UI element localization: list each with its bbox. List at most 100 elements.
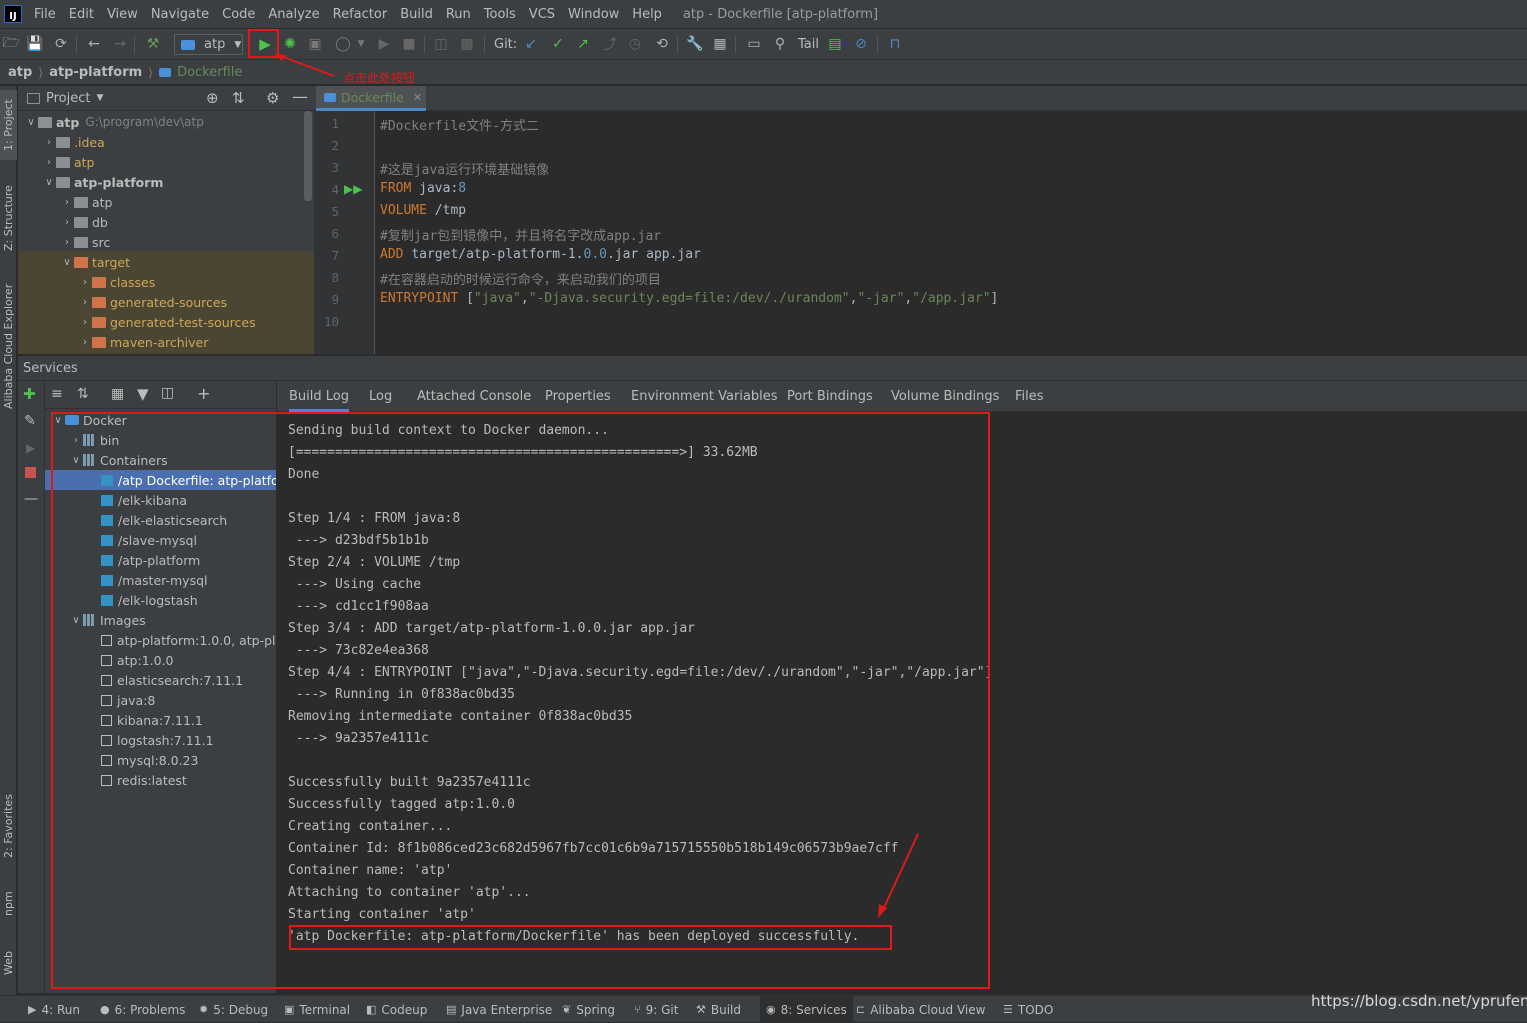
bottom-tab-todo[interactable]: ☰ TODO bbox=[1003, 996, 1053, 1023]
npm-tool-tab[interactable]: npm bbox=[0, 881, 17, 926]
menu-item-window[interactable]: Window bbox=[562, 7, 626, 22]
chevron-right-icon[interactable]: › bbox=[60, 217, 74, 228]
profile-dropdown-icon[interactable]: ▼ bbox=[352, 35, 370, 53]
alibaba-cloud-icon[interactable]: ⊓ bbox=[886, 35, 904, 53]
bottom-tab-build[interactable]: ⚒ Build bbox=[696, 996, 741, 1023]
tab-properties[interactable]: Properties bbox=[545, 381, 611, 412]
menu-item-run[interactable]: Run bbox=[440, 7, 478, 22]
structure-tool-tab[interactable]: Z: Structure bbox=[0, 178, 17, 258]
group-by-icon[interactable]: ▦ bbox=[111, 386, 124, 402]
code-editor[interactable]: #Dockerfile文件-方式二 #这是java运行环境基础镜像 FROM jav… bbox=[375, 111, 1527, 354]
gear-icon[interactable]: ⚙ bbox=[266, 89, 279, 107]
tail-button[interactable]: Tail bbox=[798, 37, 819, 52]
menu-item-vcs[interactable]: VCS bbox=[523, 7, 562, 22]
search-icon[interactable]: ⚲ bbox=[771, 35, 789, 53]
bottom-tab-8-services[interactable]: ◉ 8: Services bbox=[760, 996, 853, 1023]
run-configuration-select[interactable]: atp ▼ bbox=[174, 34, 243, 55]
menu-item-build[interactable]: Build bbox=[394, 7, 440, 22]
breadcrumb-item-dockerfile[interactable]: Dockerfile bbox=[177, 65, 242, 80]
menu-item-file[interactable]: File bbox=[28, 7, 63, 22]
tab-dockerfile[interactable]: Dockerfile ✕ bbox=[316, 86, 426, 111]
breadcrumb-item-atp-platform[interactable]: atp-platform bbox=[49, 65, 142, 80]
tab-files[interactable]: Files bbox=[1015, 381, 1044, 412]
git-commit-check-icon[interactable]: ✓ bbox=[549, 35, 567, 53]
hide-panel-icon[interactable]: — bbox=[292, 87, 308, 106]
expand-all-icon[interactable]: ≡ bbox=[51, 386, 63, 402]
bottom-tab-9-git[interactable]: ⑂ 9: Git bbox=[634, 996, 678, 1023]
chevron-down-icon[interactable]: ∨ bbox=[60, 257, 74, 268]
menu-item-edit[interactable]: Edit bbox=[63, 7, 101, 22]
rollback-icon[interactable]: ⟲ bbox=[653, 35, 671, 53]
chevron-right-icon[interactable]: › bbox=[78, 317, 92, 328]
chevron-right-icon[interactable]: › bbox=[78, 337, 92, 348]
filter-icon[interactable]: ▼ bbox=[137, 385, 149, 403]
stop-icon[interactable] bbox=[25, 467, 36, 478]
web-tool-tab[interactable]: Web bbox=[0, 941, 17, 986]
attach-debugger-icon[interactable]: ◫ bbox=[432, 35, 450, 53]
alibaba-cloud-explorer-tab[interactable]: Alibaba Cloud Explorer bbox=[0, 281, 17, 411]
chevron-down-icon[interactable]: ▼ bbox=[96, 93, 103, 103]
resume-icon[interactable]: ▶ bbox=[375, 35, 393, 53]
tree-node[interactable]: ∨ target bbox=[60, 252, 130, 272]
menu-item-view[interactable]: View bbox=[101, 7, 145, 22]
stop-icon[interactable]: ■ bbox=[400, 35, 418, 53]
chevron-right-icon[interactable]: › bbox=[42, 157, 56, 168]
tab-attached-console[interactable]: Attached Console bbox=[417, 381, 531, 412]
tab-volume-bindings[interactable]: Volume Bindings bbox=[891, 381, 999, 412]
build-hammer-icon[interactable]: ⚒ bbox=[144, 35, 162, 53]
chevron-right-icon[interactable]: › bbox=[78, 297, 92, 308]
debug-bug-icon[interactable]: ✺ bbox=[281, 35, 299, 53]
tree-node[interactable]: › maven-archiver bbox=[78, 332, 208, 352]
add-service-icon[interactable]: + bbox=[197, 384, 210, 403]
menu-item-help[interactable]: Help bbox=[626, 7, 669, 22]
tree-node[interactable]: › .idea bbox=[42, 132, 105, 152]
collapse-icon[interactable]: — bbox=[24, 491, 38, 507]
tree-node[interactable]: › generated-sources bbox=[78, 292, 227, 312]
git-update-icon[interactable]: ↙ bbox=[522, 35, 540, 53]
run-gutter-icon[interactable]: ▶▶ bbox=[344, 182, 362, 196]
bottom-tab-alibaba-cloud-view[interactable]: ⊏ Alibaba Cloud View bbox=[856, 996, 985, 1023]
open-in-window-icon[interactable]: ◫ bbox=[161, 385, 174, 401]
menu-item-refactor[interactable]: Refactor bbox=[327, 7, 395, 22]
sync-icon[interactable]: ⟳ bbox=[52, 35, 70, 53]
presentation-icon[interactable]: ▭ bbox=[745, 35, 763, 53]
chevron-right-icon[interactable]: › bbox=[42, 137, 56, 148]
bottom-tab-5-debug[interactable]: ✹ 5: Debug bbox=[199, 996, 268, 1023]
deploy-icon[interactable]: ✚ bbox=[23, 385, 36, 403]
chevron-right-icon[interactable]: › bbox=[60, 237, 74, 248]
chevron-down-icon[interactable]: ∨ bbox=[42, 177, 56, 188]
git-fetch-icon[interactable]: ⤴ bbox=[601, 35, 619, 53]
tree-node[interactable]: ∨ atp-platform bbox=[42, 172, 163, 192]
menu-item-analyze[interactable]: Analyze bbox=[262, 7, 326, 22]
git-push-icon[interactable]: ↗ bbox=[574, 35, 592, 53]
settings-wrench-icon[interactable]: 🔧 bbox=[686, 35, 704, 53]
bottom-tab-codeup[interactable]: ◧ Codeup bbox=[366, 996, 427, 1023]
monitor-chart-icon[interactable]: ▤ bbox=[826, 35, 844, 53]
chevron-down-icon[interactable]: ∨ bbox=[24, 117, 38, 128]
menu-item-code[interactable]: Code bbox=[216, 7, 262, 22]
collapse-all-icon[interactable]: ⇅ bbox=[232, 89, 245, 107]
open-folder-icon[interactable]: 🗁 bbox=[2, 35, 20, 53]
favorites-tool-tab[interactable]: 2: Favorites bbox=[0, 786, 17, 866]
tree-node[interactable]: › src bbox=[60, 232, 110, 252]
menu-item-navigate[interactable]: Navigate bbox=[145, 7, 216, 22]
project-tool-tab[interactable]: 1: Project bbox=[0, 90, 17, 160]
profile-icon[interactable]: ◯ bbox=[334, 35, 352, 53]
project-view-select[interactable]: Project bbox=[46, 91, 90, 106]
breadcrumb-item-atp[interactable]: atp bbox=[8, 65, 32, 80]
tab-port-bindings[interactable]: Port Bindings bbox=[787, 381, 873, 412]
start-icon[interactable]: ▶ bbox=[26, 441, 35, 455]
tree-node[interactable]: › classes bbox=[78, 272, 155, 292]
save-icon[interactable]: 💾 bbox=[26, 35, 44, 53]
forward-icon[interactable]: → bbox=[111, 35, 129, 53]
close-icon[interactable]: ✕ bbox=[413, 91, 422, 104]
git-pull-icon[interactable]: ▩ bbox=[458, 35, 476, 53]
locate-target-icon[interactable]: ⊕ bbox=[206, 89, 219, 107]
project-structure-icon[interactable]: ▦ bbox=[711, 35, 729, 53]
collapse-all-icon[interactable]: ⇅ bbox=[77, 386, 89, 402]
menu-item-tools[interactable]: Tools bbox=[478, 7, 523, 22]
tree-node[interactable]: › atp bbox=[42, 152, 95, 172]
chevron-right-icon[interactable]: › bbox=[60, 197, 74, 208]
tree-node[interactable]: › atp bbox=[60, 192, 113, 212]
coverage-icon[interactable]: ▣ bbox=[306, 35, 324, 53]
